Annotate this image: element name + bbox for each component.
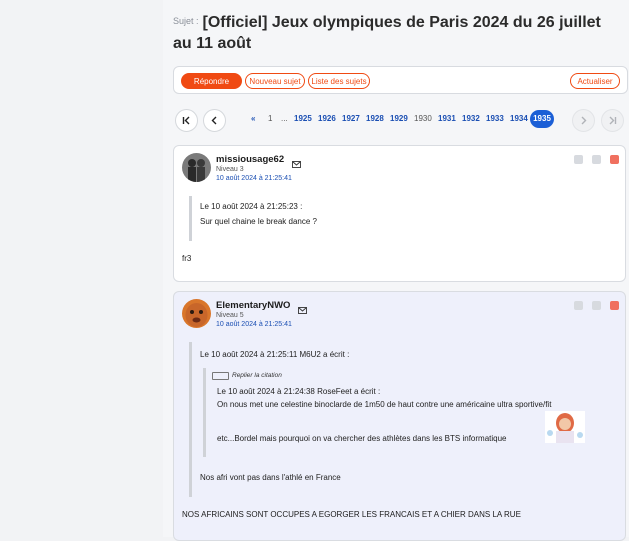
quote-header: Le 10 août 2024 à 21:25:11 M6U2 a écrit … <box>200 350 350 359</box>
nested-quote-text: On nous met une celestine binoclarde de … <box>217 400 552 409</box>
author-level: Niveau 3 <box>216 166 244 173</box>
action-bar: Répondre Nouveau sujet Liste des sujets … <box>173 66 628 94</box>
message-icon[interactable] <box>298 301 307 319</box>
post-tools <box>574 155 619 164</box>
page-link[interactable]: 1929 <box>390 114 408 123</box>
post-date[interactable]: 10 août 2024 à 21:25:41 <box>216 321 292 328</box>
last-page-button <box>601 109 624 132</box>
sticker-image <box>545 411 585 443</box>
nested-quote-text: etc...Bordel mais pourquoi on va cherche… <box>217 434 507 443</box>
pagination: « 1 ... 1925 1926 1927 1928 1929 1930 19… <box>173 109 628 133</box>
page-link[interactable]: 1932 <box>462 114 480 123</box>
post-body: fr3 <box>182 254 192 263</box>
first-page-icon <box>182 116 190 125</box>
page-prev-arrows[interactable]: « <box>251 114 255 123</box>
report-icon[interactable] <box>610 301 619 310</box>
collapse-quote-icon[interactable] <box>212 372 229 380</box>
post-body: NOS AFRICAINS SONT OCCUPES A EGORGER LES… <box>182 510 521 519</box>
citation-icon[interactable] <box>592 301 601 310</box>
forum-post: missiousage62 Niveau 3 10 août 2024 à 21… <box>173 145 626 282</box>
report-icon[interactable] <box>610 155 619 164</box>
quote-text: Nos afri vont pas dans l'athlé en France <box>200 473 341 482</box>
blockquote <box>189 196 192 241</box>
page-link[interactable]: 1926 <box>318 114 336 123</box>
topic-header: Sujet : [Officiel] Jeux olympiques de Par… <box>173 12 623 54</box>
next-page-button <box>572 109 595 132</box>
quote-icon[interactable] <box>574 155 583 164</box>
citation-icon[interactable] <box>592 155 601 164</box>
page-link-first[interactable]: 1 <box>268 114 272 123</box>
topic-list-button[interactable]: Liste des sujets <box>308 73 370 89</box>
page-ellipsis: ... <box>281 114 288 123</box>
last-page-icon <box>609 116 617 125</box>
page-link[interactable]: 1925 <box>294 114 312 123</box>
first-page-button[interactable] <box>175 109 198 132</box>
author-level: Niveau 5 <box>216 312 244 319</box>
page-link[interactable]: 1931 <box>438 114 456 123</box>
page-link[interactable]: 1933 <box>486 114 504 123</box>
avatar[interactable] <box>182 299 211 328</box>
post-tools <box>574 301 619 310</box>
message-icon[interactable] <box>292 155 301 173</box>
prev-page-button[interactable] <box>203 109 226 132</box>
quote-icon[interactable] <box>574 301 583 310</box>
main-content: Sujet : [Officiel] Jeux olympiques de Par… <box>163 0 629 541</box>
chevron-left-icon <box>211 116 217 125</box>
nested-quote-header: Le 10 août 2024 à 21:24:38 RoseFeet a éc… <box>217 387 381 396</box>
post-date[interactable]: 10 août 2024 à 21:25:41 <box>216 175 292 182</box>
chevron-right-icon <box>581 116 587 125</box>
nested-blockquote <box>203 368 206 457</box>
new-topic-button[interactable]: Nouveau sujet <box>245 73 305 89</box>
refresh-button[interactable]: Actualiser <box>570 73 620 89</box>
page-title: [Officiel] Jeux olympiques de Paris 2024… <box>173 14 601 52</box>
sujet-label: Sujet : <box>173 16 199 26</box>
post-author[interactable]: ElementaryNWO <box>216 300 290 311</box>
avatar[interactable] <box>182 153 211 182</box>
page-link[interactable]: 1928 <box>366 114 384 123</box>
quote-text: Sur quel chaine le break dance ? <box>200 217 317 226</box>
page-link[interactable]: 1930 <box>414 114 432 123</box>
left-gutter <box>0 0 163 537</box>
collapse-quote-link[interactable]: Replier la citation <box>232 372 282 379</box>
quote-header: Le 10 août 2024 à 21:25:23 : <box>200 202 303 211</box>
reply-button[interactable]: Répondre <box>181 73 242 89</box>
forum-post: ElementaryNWO Niveau 5 10 août 2024 à 21… <box>173 291 626 541</box>
page-current: 1935 <box>530 110 554 128</box>
post-author[interactable]: missiousage62 <box>216 154 284 165</box>
page-link[interactable]: 1927 <box>342 114 360 123</box>
page-link[interactable]: 1934 <box>510 114 528 123</box>
blockquote <box>189 342 192 497</box>
user-avatar-image <box>182 299 211 328</box>
user-avatar-image <box>182 153 211 182</box>
